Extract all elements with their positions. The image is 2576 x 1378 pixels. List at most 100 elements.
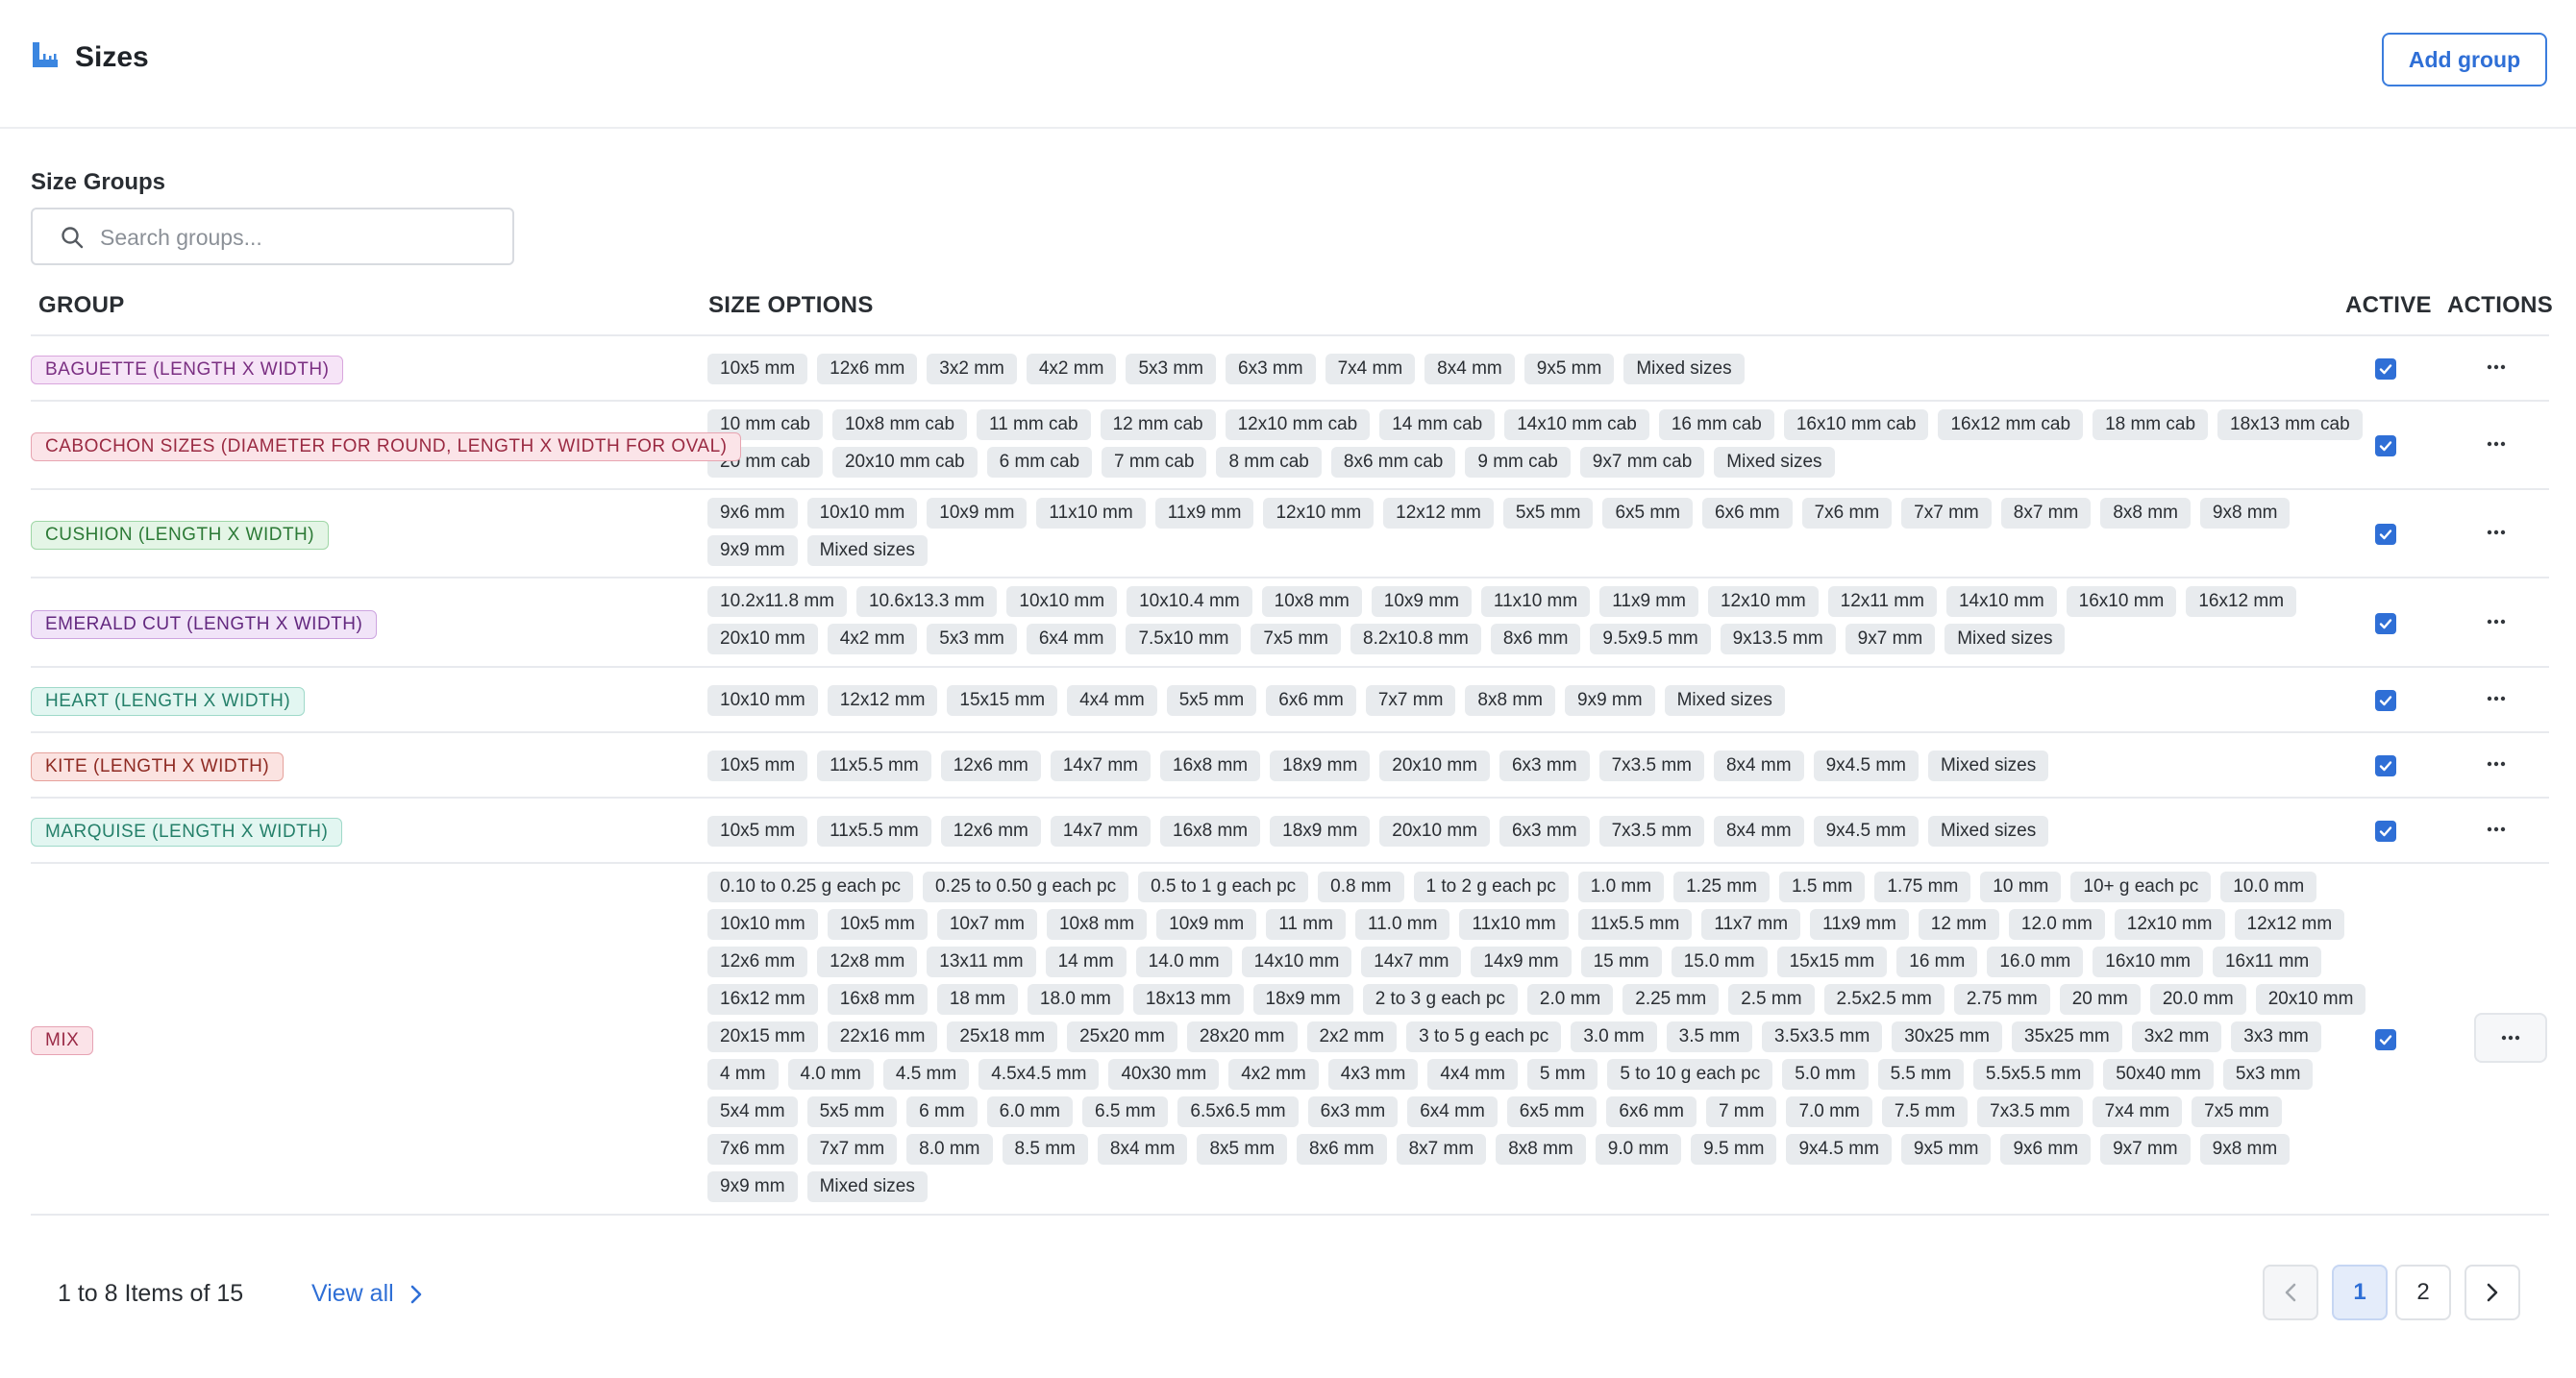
size-option-chip: 18x9 mm bbox=[1270, 751, 1371, 781]
size-option-chip: 6x6 mm bbox=[1266, 685, 1356, 716]
table-row: 10.2x11.8 mm 10.6x13.3 mm 10x10 mm 10x10.4 … bbox=[31, 578, 2549, 668]
table-row: 10x5 mm 12x6 mm 3x2 mm 4x2 mm 5x3 mm 6x3 mm 7x… bbox=[31, 336, 2549, 402]
size-option-chip: 14x7 mm bbox=[1361, 947, 1462, 977]
row-actions-button[interactable] bbox=[2474, 353, 2518, 381]
size-option-chip: 3.0 mm bbox=[1571, 1021, 1657, 1052]
size-option-chip: 2.5x2.5 mm bbox=[1823, 984, 1944, 1015]
size-option-chip: Mixed sizes bbox=[1927, 816, 2049, 847]
row-actions-button[interactable] bbox=[2474, 518, 2518, 547]
size-option-chip: 9x7 mm bbox=[1845, 624, 1936, 654]
row-actions-button[interactable] bbox=[2474, 1013, 2547, 1063]
group-badge: KITE (LENGTH X WIDTH) bbox=[31, 752, 285, 781]
size-options-list: 10.2x11.8 mm 10.6x13.3 mm 10x10 mm 10x10.4 … bbox=[707, 586, 2370, 654]
page-title: Sizes bbox=[75, 40, 149, 73]
size-option-chip: 16x8 mm bbox=[1160, 751, 1261, 781]
size-option-chip: 2.75 mm bbox=[1953, 984, 2050, 1015]
size-option-chip: 7x7 mm bbox=[1901, 498, 1992, 529]
size-option-chip: 10x9 mm bbox=[1156, 909, 1257, 940]
size-option-chip: 8x4 mm bbox=[1097, 1134, 1188, 1165]
size-option-chip: 10x10.4 mm bbox=[1127, 586, 1252, 617]
size-option-chip: 1.0 mm bbox=[1577, 872, 1665, 902]
active-checkbox[interactable] bbox=[2375, 821, 2396, 842]
size-option-chip: 15 mm bbox=[1580, 947, 1662, 977]
active-checkbox[interactable] bbox=[2375, 755, 2396, 776]
size-option-chip: 15x15 mm bbox=[1776, 947, 1888, 977]
view-all-link[interactable]: View all bbox=[311, 1280, 423, 1308]
search-input[interactable] bbox=[100, 219, 494, 256]
next-page-button[interactable] bbox=[2465, 1265, 2520, 1320]
more-horizontal-icon bbox=[2487, 441, 2506, 447]
column-header-size-options: SIZE OPTIONS bbox=[708, 292, 874, 318]
size-option-chip: 7x4 mm bbox=[1325, 354, 1416, 384]
size-option-chip: 14x9 mm bbox=[1471, 947, 1572, 977]
page-1-button[interactable]: 1 bbox=[2332, 1265, 2388, 1320]
group-badge: MARQUISE (LENGTH X WIDTH) bbox=[31, 818, 343, 847]
size-option-chip: 9x5 mm bbox=[1900, 1134, 1992, 1165]
size-options-list: 10x5 mm 11x5.5 mm 12x6 mm 14x7 mm 16x8 mm 18x… bbox=[707, 816, 2370, 847]
size-option-chip: 6x6 mm bbox=[1702, 498, 1793, 529]
size-option-chip: 2.25 mm bbox=[1622, 984, 1720, 1015]
page-2-button[interactable]: 2 bbox=[2395, 1265, 2451, 1320]
size-option-chip: 4x2 mm bbox=[1026, 354, 1117, 384]
active-checkbox[interactable] bbox=[2375, 612, 2396, 634]
checkmark-icon bbox=[2379, 529, 2392, 540]
size-option-chip: 11x5.5 mm bbox=[1577, 909, 1693, 940]
size-option-chip: 11x9 mm bbox=[1154, 498, 1254, 529]
size-option-chip: 8x4 mm bbox=[1424, 354, 1515, 384]
size-options-list: 10x10 mm 12x12 mm 15x15 mm 4x4 mm 5x5 mm 6x6 … bbox=[707, 685, 2370, 716]
active-checkbox[interactable] bbox=[2375, 435, 2396, 456]
size-option-chip: 16x10 mm bbox=[2093, 947, 2203, 977]
size-option-chip: 6.0 mm bbox=[986, 1096, 1074, 1127]
size-option-chip: 5 to 10 g each pc bbox=[1607, 1059, 1773, 1090]
add-group-button[interactable]: Add group bbox=[2382, 33, 2547, 86]
size-option-chip: 9x7 mm cab bbox=[1579, 447, 1705, 478]
active-checkbox[interactable] bbox=[2375, 524, 2396, 545]
size-option-chip: 10.6x13.3 mm bbox=[855, 586, 998, 617]
size-options-list: 10x5 mm 12x6 mm 3x2 mm 4x2 mm 5x3 mm 6x3 mm 7x… bbox=[707, 354, 2370, 384]
group-badge: EMERALD CUT (LENGTH X WIDTH) bbox=[31, 609, 378, 639]
size-option-chip: 2.5 mm bbox=[1728, 984, 1815, 1015]
size-option-chip: 10x10 mm bbox=[806, 498, 918, 529]
size-options-list: 0.10 to 0.25 g each pc 0.25 to 0.50 g eac… bbox=[707, 872, 2370, 1202]
size-option-chip: 6x5 mm bbox=[1506, 1096, 1598, 1127]
size-option-chip: 12x6 mm bbox=[940, 816, 1041, 847]
size-option-chip: 16x8 mm bbox=[827, 984, 928, 1015]
size-option-chip: 9x9 mm bbox=[707, 535, 798, 566]
row-actions-button[interactable] bbox=[2474, 815, 2518, 844]
active-checkbox[interactable] bbox=[2375, 690, 2396, 711]
size-option-chip: 9.5 mm bbox=[1691, 1134, 1777, 1165]
size-option-chip: 8x8 mm bbox=[1465, 685, 1555, 716]
size-option-chip: 18 mm cab bbox=[2093, 409, 2209, 440]
size-option-chip: 20x10 mm bbox=[2255, 984, 2366, 1015]
search-icon bbox=[60, 225, 85, 255]
size-option-chip: 12 mm bbox=[1918, 909, 1999, 940]
row-actions-button[interactable] bbox=[2474, 607, 2518, 636]
row-actions-button[interactable] bbox=[2474, 750, 2518, 778]
row-actions-button[interactable] bbox=[2474, 430, 2518, 458]
active-checkbox[interactable] bbox=[2375, 358, 2396, 380]
row-actions-button[interactable] bbox=[2474, 684, 2518, 713]
size-option-chip: 20x10 mm bbox=[1379, 816, 1490, 847]
size-option-chip: 8x8 mm bbox=[2100, 498, 2191, 529]
checkmark-icon bbox=[2379, 364, 2392, 375]
size-options-list: 9x6 mm 10x10 mm 10x9 mm 11x10 mm 11x9 mm 12x1… bbox=[707, 498, 2370, 566]
size-option-chip: 20x10 mm cab bbox=[831, 447, 978, 478]
size-option-chip: 8x6 mm cab bbox=[1330, 447, 1456, 478]
size-option-chip: 12.0 mm bbox=[2008, 909, 2105, 940]
prev-page-button[interactable] bbox=[2263, 1265, 2318, 1320]
page-header: Sizes bbox=[31, 40, 149, 74]
size-option-chip: 9.5x9.5 mm bbox=[1590, 624, 1711, 654]
size-option-chip: 7 mm cab bbox=[1102, 447, 1207, 478]
size-option-chip: 9x5 mm bbox=[1523, 354, 1615, 384]
size-option-chip: 10x7 mm bbox=[936, 909, 1037, 940]
size-option-chip: 7x3.5 mm bbox=[1598, 751, 1704, 781]
size-option-chip: 16x8 mm bbox=[1160, 816, 1261, 847]
size-option-chip: 18.0 mm bbox=[1027, 984, 1124, 1015]
size-option-chip: 9x4.5 mm bbox=[1786, 1134, 1892, 1165]
active-checkbox[interactable] bbox=[2375, 1029, 2396, 1050]
size-option-chip: 6 mm cab bbox=[986, 447, 1093, 478]
column-header-active: ACTIVE bbox=[2345, 292, 2432, 318]
table-row: 0.10 to 0.25 g each pc 0.25 to 0.50 g eac… bbox=[31, 864, 2549, 1216]
size-option-chip: 12x12 mm bbox=[1383, 498, 1494, 529]
size-option-chip: 12x10 mm bbox=[1263, 498, 1375, 529]
